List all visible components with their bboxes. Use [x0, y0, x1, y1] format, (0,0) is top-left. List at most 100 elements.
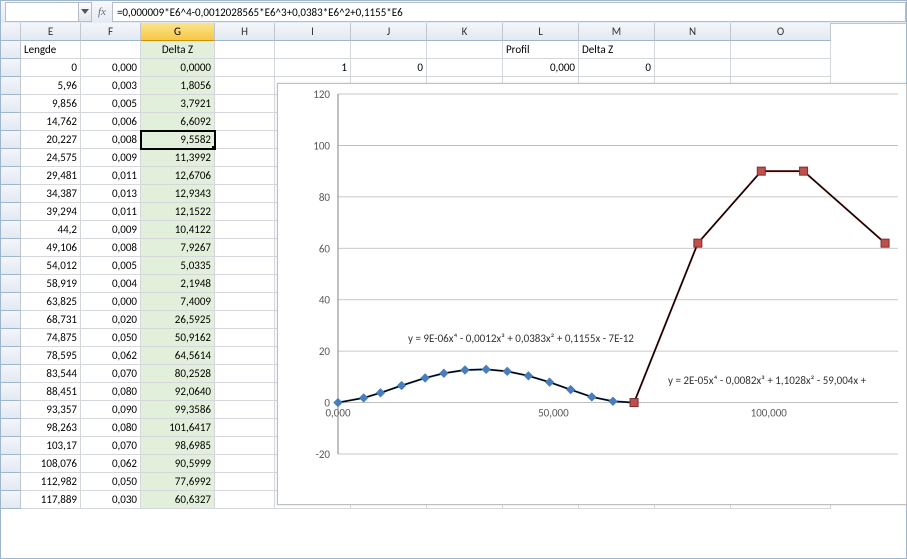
cell[interactable]: 74,875 [21, 329, 81, 347]
row-header[interactable] [1, 239, 21, 257]
cell[interactable]: 39,294 [21, 203, 81, 221]
cell[interactable]: 0,062 [81, 347, 141, 365]
cell[interactable]: 0,030 [81, 491, 141, 509]
row-header[interactable] [1, 473, 21, 491]
cell[interactable]: 60,6327 [141, 491, 215, 509]
cell[interactable]: 0,013 [81, 185, 141, 203]
cell[interactable]: 2,1948 [141, 275, 215, 293]
cell[interactable]: 12,6706 [141, 167, 215, 185]
cell[interactable]: 112,982 [21, 473, 81, 491]
cell[interactable] [215, 437, 275, 455]
cell[interactable]: 0,070 [81, 437, 141, 455]
cell[interactable]: 0,009 [81, 221, 141, 239]
row-header[interactable] [1, 257, 21, 275]
cell[interactable]: 0 [579, 59, 655, 77]
cell[interactable]: 34,387 [21, 185, 81, 203]
cell[interactable]: 0,000 [81, 59, 141, 77]
cell[interactable] [655, 59, 731, 77]
cell[interactable] [215, 239, 275, 257]
cell[interactable]: 0,009 [81, 149, 141, 167]
cell[interactable]: 0,008 [81, 239, 141, 257]
col-header[interactable]: E [21, 23, 81, 41]
cell[interactable]: 77,6992 [141, 473, 215, 491]
cell[interactable] [427, 41, 503, 59]
cell[interactable]: 1,8056 [141, 77, 215, 95]
cell[interactable]: 117,889 [21, 491, 81, 509]
cell[interactable]: 88,451 [21, 383, 81, 401]
cell[interactable] [215, 221, 275, 239]
cell[interactable]: 12,9343 [141, 185, 215, 203]
cell[interactable] [215, 419, 275, 437]
cell[interactable]: Profil [503, 41, 579, 59]
col-header[interactable]: N [655, 23, 731, 41]
row-header[interactable] [1, 329, 21, 347]
cell[interactable]: 0,090 [81, 401, 141, 419]
cell[interactable]: 0 [21, 59, 81, 77]
row-header[interactable] [1, 59, 21, 77]
cell[interactable]: 0,050 [81, 473, 141, 491]
col-header[interactable]: O [731, 23, 831, 41]
row-header[interactable] [1, 437, 21, 455]
cell[interactable]: 98,263 [21, 419, 81, 437]
name-box[interactable] [5, 2, 79, 22]
cell[interactable]: 0,080 [81, 419, 141, 437]
cell[interactable]: 0,020 [81, 311, 141, 329]
cell[interactable] [215, 473, 275, 491]
cell[interactable]: 64,5614 [141, 347, 215, 365]
cell[interactable]: 93,357 [21, 401, 81, 419]
cell[interactable] [275, 41, 351, 59]
formula-input[interactable]: =0,000009*E6^4-0,0012028565*E6^3+0,0383*… [112, 2, 906, 22]
cell[interactable]: 63,825 [21, 293, 81, 311]
cell[interactable] [731, 41, 831, 59]
cell[interactable]: 11,3992 [141, 149, 215, 167]
cell[interactable]: 29,481 [21, 167, 81, 185]
cell[interactable] [215, 491, 275, 509]
cell[interactable]: 0,011 [81, 167, 141, 185]
cell[interactable] [215, 329, 275, 347]
cell[interactable]: 24,575 [21, 149, 81, 167]
cell[interactable] [215, 167, 275, 185]
spreadsheet-grid[interactable]: E F G H I J K L M N O LengdeDelta ZProfi… [1, 23, 906, 558]
cell[interactable]: 44,2 [21, 221, 81, 239]
cell[interactable] [215, 383, 275, 401]
cell[interactable] [215, 347, 275, 365]
cell[interactable]: 26,5925 [141, 311, 215, 329]
cell[interactable]: 50,9162 [141, 329, 215, 347]
cell[interactable]: 99,3586 [141, 401, 215, 419]
cell[interactable] [81, 41, 141, 59]
cell[interactable]: 0,011 [81, 203, 141, 221]
cell[interactable]: 5,96 [21, 77, 81, 95]
cell[interactable]: 3,7921 [141, 95, 215, 113]
cell[interactable]: 0,070 [81, 365, 141, 383]
row-header[interactable] [1, 77, 21, 95]
cell[interactable]: 0,000 [81, 293, 141, 311]
row-header[interactable] [1, 113, 21, 131]
cell[interactable]: 0,080 [81, 383, 141, 401]
cell[interactable]: 58,919 [21, 275, 81, 293]
cell[interactable]: 101,6417 [141, 419, 215, 437]
row-header[interactable] [1, 167, 21, 185]
cell[interactable] [215, 41, 275, 59]
cell[interactable] [215, 293, 275, 311]
row-header[interactable] [1, 203, 21, 221]
cell[interactable] [215, 185, 275, 203]
row-header[interactable] [1, 347, 21, 365]
cell[interactable]: 103,17 [21, 437, 81, 455]
cell[interactable] [655, 41, 731, 59]
cell[interactable]: 92,0640 [141, 383, 215, 401]
cell[interactable]: 0,062 [81, 455, 141, 473]
cell[interactable]: 108,076 [21, 455, 81, 473]
row-header[interactable] [1, 95, 21, 113]
cell[interactable]: 0,000 [503, 59, 579, 77]
row-header[interactable] [1, 365, 21, 383]
cell[interactable] [215, 77, 275, 95]
cell[interactable]: Lengde [21, 41, 81, 59]
cell[interactable]: 0,004 [81, 275, 141, 293]
cell[interactable]: 9,856 [21, 95, 81, 113]
cell[interactable] [427, 59, 503, 77]
row-header[interactable] [1, 419, 21, 437]
active-cell[interactable]: 9,5582 [141, 131, 215, 149]
cell[interactable] [215, 275, 275, 293]
col-header[interactable]: I [275, 23, 351, 41]
cell[interactable]: 0,0000 [141, 59, 215, 77]
